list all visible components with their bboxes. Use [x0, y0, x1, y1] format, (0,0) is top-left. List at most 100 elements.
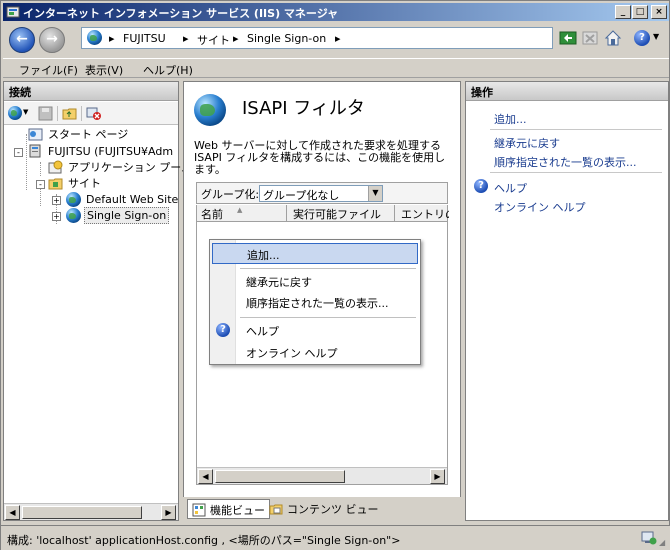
menu-bar: ファイル(F) 表示(V) ヘルプ(H) [3, 58, 669, 78]
forward-button[interactable]: → [39, 27, 65, 53]
tab-features-view[interactable]: 機能ビュー [187, 499, 270, 519]
maximize-button[interactable]: □ [632, 5, 648, 19]
iis-app-icon [6, 6, 20, 18]
stop-icon[interactable] [581, 29, 599, 47]
group-by-label: グループ化: [201, 188, 260, 201]
arrow-right-icon: → [46, 31, 58, 47]
status-bar: 構成: 'localhost' applicationHost.config ,… [1, 525, 670, 550]
action-revert-to-parent[interactable]: 継承元に戻す [494, 135, 560, 151]
context-menu-view-ordered-list[interactable]: 順序指定された一覧の表示... [212, 292, 418, 313]
view-tabs: 機能ビュー コンテンツ ビュー [183, 497, 461, 521]
tree-item-single-sign-on[interactable]: Single Sign-on [66, 207, 170, 224]
address-bar[interactable]: ▸ FUJITSU ▸ サイト ▸ Single Sign-on ▸ [81, 27, 553, 49]
start-page-icon [28, 128, 43, 141]
scrollbar-thumb[interactable] [215, 470, 345, 483]
context-menu-add[interactable]: 追加... [212, 243, 418, 264]
group-by-select[interactable]: グループ化なし ▼ [259, 185, 383, 202]
group-by-value: グループ化なし [263, 189, 340, 202]
address-separator: ▸ [335, 32, 341, 45]
actions-divider [490, 172, 662, 173]
scroll-right-button[interactable]: ▶ [430, 469, 445, 484]
scroll-left-button[interactable]: ◀ [5, 505, 20, 520]
context-menu-online-help[interactable]: オンライン ヘルプ [212, 342, 418, 363]
menu-view[interactable]: 表示(V) [85, 62, 123, 78]
column-header-name[interactable]: 名前 ▲ [197, 205, 287, 222]
home-icon[interactable] [604, 29, 622, 47]
address-separator: ▸ [233, 32, 239, 45]
tree-line [26, 134, 27, 190]
menu-file[interactable]: ファイル(F) [19, 62, 78, 78]
tree-expand-toggle[interactable]: + [52, 196, 61, 205]
breadcrumb-sites[interactable]: サイト [197, 32, 230, 48]
refresh-icon[interactable] [559, 29, 577, 47]
column-header-executable[interactable]: 実行可能ファイル [289, 205, 395, 222]
connections-header: 接続 [4, 82, 178, 101]
context-menu-divider [240, 317, 416, 318]
actions-panel: 操作 追加... 継承元に戻す 順序指定された一覧の表示... ? ヘルプ オン… [465, 81, 669, 521]
content-view-icon [269, 504, 283, 515]
actions-divider [490, 129, 662, 130]
connections-horizontal-scrollbar[interactable]: ◀ ▶ [4, 503, 178, 520]
scroll-right-button[interactable]: ▶ [161, 505, 176, 520]
chevron-down-icon[interactable]: ▼ [23, 108, 28, 116]
tree-expand-toggle[interactable]: + [52, 212, 61, 221]
breadcrumb-fujitsu[interactable]: FUJITSU [123, 32, 166, 45]
tree-item-label: Single Sign-on [84, 207, 170, 224]
column-headers: 名前 ▲ 実行可能ファイル エントリの [197, 205, 449, 222]
context-menu-divider [240, 268, 416, 269]
server-icon [29, 144, 41, 158]
connect-icon[interactable] [8, 106, 22, 120]
page-title: ISAPI フィルタ [242, 98, 365, 119]
context-menu-help[interactable]: ヘルプ [212, 320, 418, 341]
tree-item-label: スタート ページ [48, 128, 129, 141]
feature-description: Web サーバーに対して作成された要求を処理する ISAPI フィルタを構成する… [194, 139, 446, 176]
chevron-down-icon[interactable]: ▼ [653, 32, 659, 41]
navigation-bar: ← → ▸ FUJITSU ▸ サイト ▸ Single Sign-on ▸ ? [3, 22, 669, 56]
address-separator: ▸ [109, 32, 115, 45]
action-online-help[interactable]: オンライン ヘルプ [494, 199, 586, 215]
connections-panel: 接続 ▼ スタート ページ - FUJITSU (FUJITSU¥Adm アプリ… [3, 81, 192, 521]
features-view-icon [192, 503, 206, 517]
tree-collapse-toggle[interactable]: - [14, 148, 23, 157]
iis-manager-window: インターネット インフォメーション サービス (IIS) マネージャ _ □ ×… [0, 0, 670, 550]
action-view-ordered-list[interactable]: 順序指定された一覧の表示... [494, 154, 637, 170]
globe-icon [66, 208, 81, 223]
tree-item-label: FUJITSU (FUJITSU¥Adm [48, 145, 174, 158]
close-button[interactable]: × [651, 5, 667, 19]
tree-item-label: Default Web Site [86, 193, 179, 206]
action-add[interactable]: 追加... [494, 111, 527, 127]
status-text: 構成: 'localhost' applicationHost.config ,… [7, 534, 401, 547]
help-icon[interactable]: ? [634, 30, 650, 46]
minimize-button[interactable]: _ [615, 5, 631, 19]
resize-grip-icon[interactable]: ◢ [659, 538, 665, 547]
app-pool-icon [48, 160, 63, 174]
connections-toolbar: ▼ [4, 102, 178, 125]
back-button[interactable]: ← [9, 27, 35, 53]
breadcrumb-single-sign-on[interactable]: Single Sign-on [247, 32, 326, 45]
globe-icon [66, 192, 81, 207]
sort-ascending-icon: ▲ [237, 206, 243, 214]
toolbar-divider [81, 106, 82, 121]
actions-header: 操作 [466, 82, 668, 101]
save-icon[interactable] [38, 106, 53, 121]
tree-item-label: アプリケーション プール [68, 161, 193, 174]
tree-collapse-toggle[interactable]: - [36, 180, 45, 189]
disconnect-icon[interactable] [86, 106, 102, 121]
scroll-left-button[interactable]: ◀ [198, 469, 213, 484]
action-help[interactable]: ヘルプ [494, 180, 527, 196]
tab-content-view[interactable]: コンテンツ ビュー [265, 499, 383, 519]
toolbar-divider [57, 106, 58, 121]
arrow-left-icon: ← [16, 31, 28, 47]
column-header-entry-type[interactable]: エントリの [397, 205, 449, 222]
title-bar: インターネット インフォメーション サービス (IIS) マネージャ _ □ × [3, 3, 669, 21]
list-horizontal-scrollbar[interactable]: ◀ ▶ [197, 467, 447, 484]
menu-help[interactable]: ヘルプ(H) [143, 62, 193, 78]
tree-line [40, 162, 41, 176]
tree-item-label: サイト [68, 177, 101, 190]
chevron-down-icon[interactable]: ▼ [368, 186, 382, 201]
folder-icon [48, 178, 63, 190]
context-menu-revert-to-parent[interactable]: 継承元に戻す [212, 271, 418, 292]
up-folder-icon[interactable] [62, 106, 77, 121]
group-by-bar: グループ化: グループ化なし ▼ [196, 182, 448, 204]
scrollbar-thumb[interactable] [22, 506, 142, 519]
